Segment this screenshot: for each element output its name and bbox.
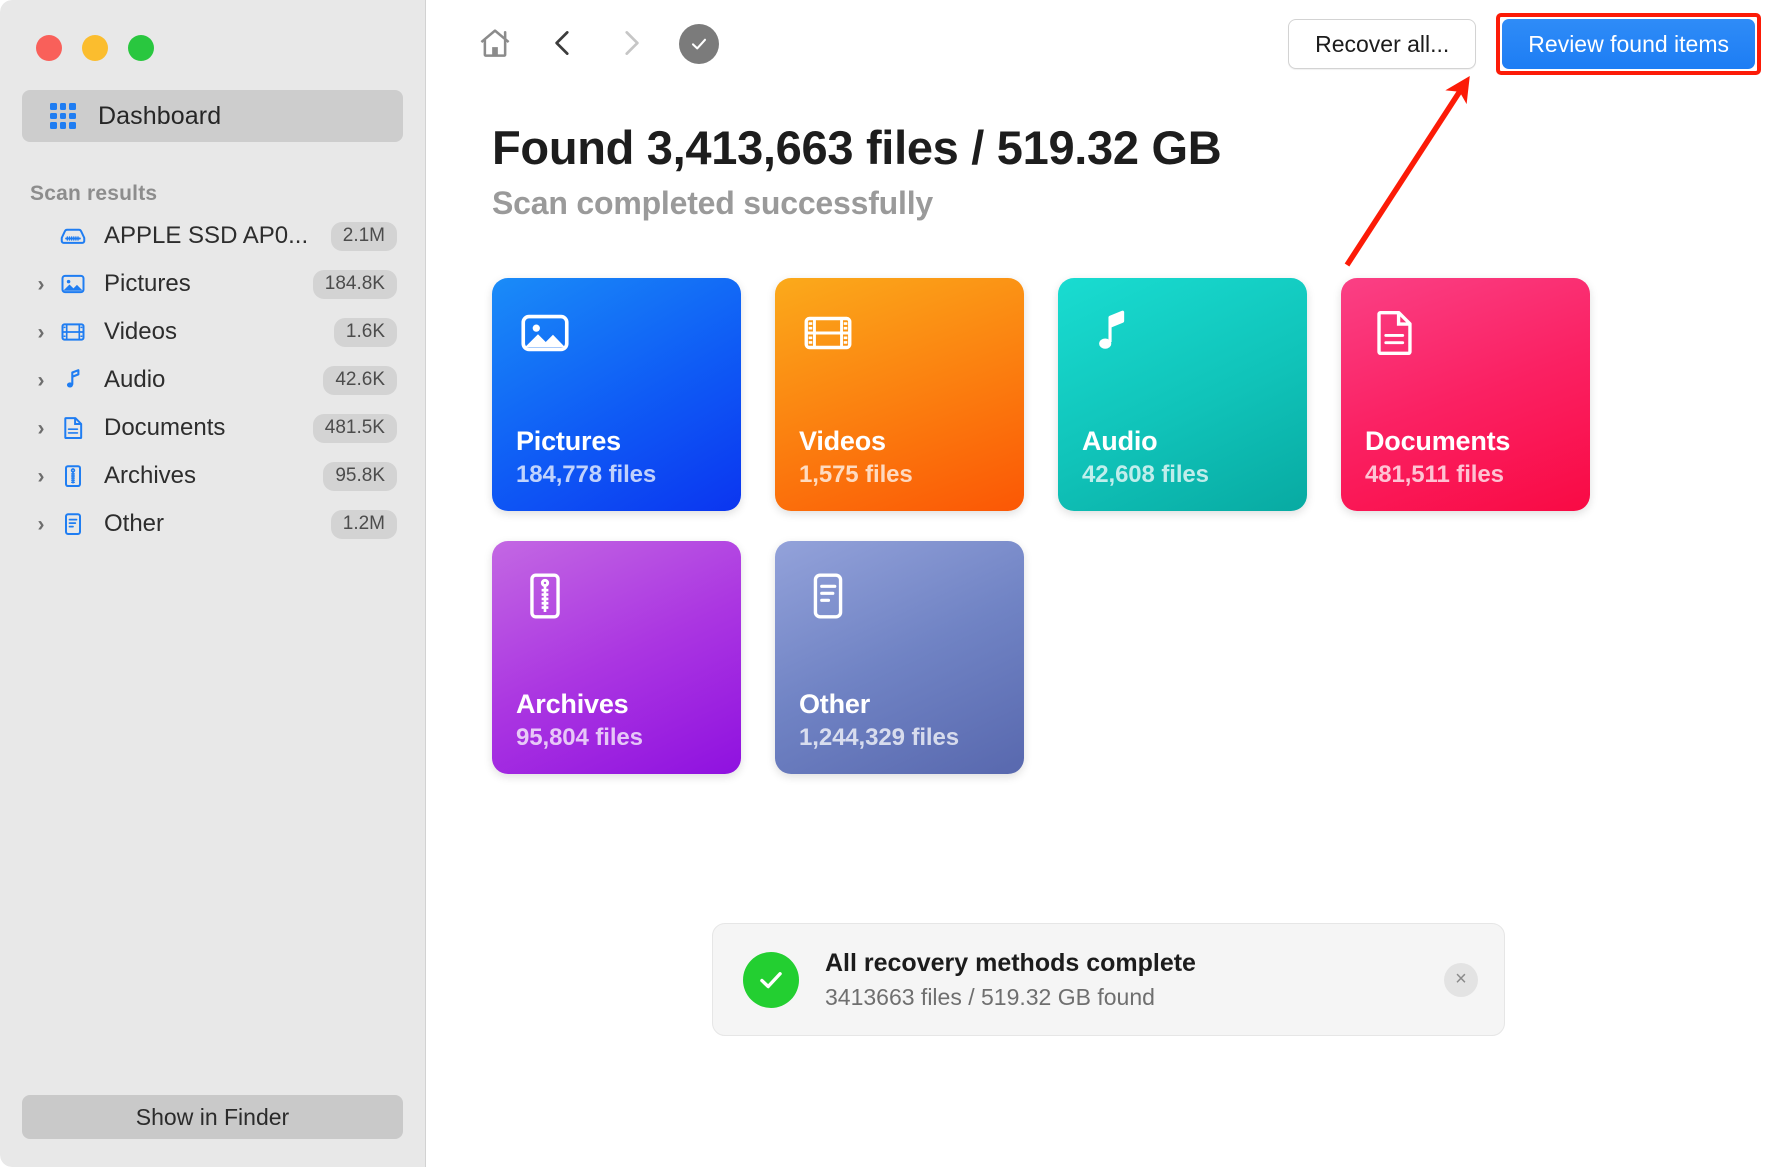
sidebar-item-documents[interactable]: › Documents 481.5K (16, 404, 409, 452)
app-window: Dashboard Scan results › APPLE SSD AP0..… (0, 0, 1783, 1167)
film-icon (799, 304, 1000, 366)
disk-icon (58, 221, 88, 251)
tile-count: 95,804 files (516, 724, 717, 752)
chevron-left-icon (546, 26, 580, 63)
picture-icon (58, 269, 88, 299)
chevron-right-icon[interactable]: › (30, 322, 52, 343)
sidebar-section-title: Scan results (30, 182, 425, 206)
tile-title: Other (799, 689, 1000, 720)
tile-title: Documents (1365, 426, 1566, 457)
sidebar-footer: Show in Finder (0, 1095, 425, 1167)
chevron-right-icon[interactable]: › (30, 514, 52, 535)
tile-pictures[interactable]: Pictures 184,778 files (492, 278, 741, 511)
completion-toast: All recovery methods complete 3413663 fi… (712, 923, 1505, 1036)
chevron-right-icon[interactable]: › (30, 418, 52, 439)
document-icon (58, 413, 88, 443)
tile-spacer (799, 366, 1000, 426)
home-icon (476, 24, 514, 65)
recover-all-button[interactable]: Recover all... (1288, 19, 1476, 69)
sidebar-item-videos[interactable]: › Videos 1.6K (16, 308, 409, 356)
sidebar-item-label: Videos (104, 318, 334, 346)
review-found-items-button[interactable]: Review found items (1502, 19, 1755, 69)
tile-spacer (516, 366, 717, 426)
picture-icon (516, 304, 717, 366)
tile-count: 481,511 files (1365, 461, 1566, 489)
traffic-lights (0, 0, 425, 78)
check-circle-icon (679, 24, 719, 64)
show-in-finder-button[interactable]: Show in Finder (22, 1095, 403, 1139)
tile-spacer (1365, 366, 1566, 426)
sidebar-item-badge: 184.8K (313, 270, 397, 299)
tile-title: Pictures (516, 426, 717, 457)
archive-icon (516, 567, 717, 629)
page-title: Found 3,413,663 files / 519.32 GB (492, 120, 1783, 175)
sidebar-item-archives[interactable]: › Archives 95.8K (16, 452, 409, 500)
check-circle-icon (743, 952, 799, 1008)
sidebar-item-label: Other (104, 510, 331, 538)
tile-spacer (1082, 366, 1283, 426)
forward-button[interactable] (604, 17, 658, 71)
sidebar-item-badge: 481.5K (313, 414, 397, 443)
close-icon[interactable]: × (1444, 963, 1478, 997)
toolbar: Recover all... Review found items (426, 0, 1783, 88)
tile-count: 184,778 files (516, 461, 717, 489)
sidebar-item-apple-ssd[interactable]: › APPLE SSD AP0... 2.1M (16, 212, 409, 260)
sidebar-item-audio[interactable]: › Audio 42.6K (16, 356, 409, 404)
scan-results-tree: › APPLE SSD AP0... 2.1M › (0, 212, 425, 548)
maximize-window-button[interactable] (128, 35, 154, 61)
sidebar-item-badge: 1.6K (334, 318, 397, 347)
sidebar-item-badge: 1.2M (331, 510, 397, 539)
chevron-right-icon (614, 26, 648, 63)
results-summary: Found 3,413,663 files / 519.32 GB Scan c… (426, 88, 1783, 222)
music-icon (1082, 304, 1283, 366)
sidebar-item-label: Dashboard (98, 102, 221, 131)
tile-count: 1,575 files (799, 461, 1000, 489)
sidebar-item-badge: 42.6K (323, 366, 397, 395)
other-icon (799, 567, 1000, 629)
tile-spacer (799, 629, 1000, 689)
toast-subtitle: 3413663 files / 519.32 GB found (825, 984, 1418, 1011)
archive-icon (58, 461, 88, 491)
sidebar-item-label: Audio (104, 366, 323, 394)
tile-count: 42,608 files (1082, 461, 1283, 489)
grid-icon (50, 103, 76, 129)
tile-audio[interactable]: Audio 42,608 files (1058, 278, 1307, 511)
category-tiles: Pictures 184,778 files Videos 1,575 file… (492, 278, 1592, 774)
chevron-right-icon[interactable]: › (30, 274, 52, 295)
tile-other[interactable]: Other 1,244,329 files (775, 541, 1024, 774)
sidebar-item-label: Documents (104, 414, 313, 442)
tile-title: Archives (516, 689, 717, 720)
scan-status-button[interactable] (672, 17, 726, 71)
tile-documents[interactable]: Documents 481,511 files (1341, 278, 1590, 511)
chevron-right-icon[interactable]: › (30, 370, 52, 391)
review-found-items-wrapper: Review found items (1502, 19, 1755, 69)
tile-videos[interactable]: Videos 1,575 files (775, 278, 1024, 511)
tile-spacer (516, 629, 717, 689)
page-subtitle: Scan completed successfully (492, 185, 1783, 222)
document-icon (1365, 304, 1566, 366)
music-icon (58, 365, 88, 395)
sidebar-item-badge: 2.1M (331, 222, 397, 251)
sidebar-item-dashboard[interactable]: Dashboard (22, 90, 403, 142)
other-icon (58, 509, 88, 539)
tile-title: Videos (799, 426, 1000, 457)
film-icon (58, 317, 88, 347)
tile-archives[interactable]: Archives 95,804 files (492, 541, 741, 774)
minimize-window-button[interactable] (82, 35, 108, 61)
sidebar-item-badge: 95.8K (323, 462, 397, 491)
toast-title: All recovery methods complete (825, 949, 1418, 978)
tile-title: Audio (1082, 426, 1283, 457)
sidebar-item-label: Pictures (104, 270, 313, 298)
sidebar: Dashboard Scan results › APPLE SSD AP0..… (0, 0, 426, 1167)
chevron-right-icon[interactable]: › (30, 466, 52, 487)
home-button[interactable] (468, 17, 522, 71)
close-window-button[interactable] (36, 35, 62, 61)
sidebar-item-label: APPLE SSD AP0... (104, 222, 331, 250)
toast-text: All recovery methods complete 3413663 fi… (825, 949, 1418, 1011)
sidebar-item-other[interactable]: › Other 1.2M (16, 500, 409, 548)
sidebar-item-label: Archives (104, 462, 323, 490)
back-button[interactable] (536, 17, 590, 71)
sidebar-item-pictures[interactable]: › Pictures 184.8K (16, 260, 409, 308)
tile-count: 1,244,329 files (799, 724, 1000, 752)
